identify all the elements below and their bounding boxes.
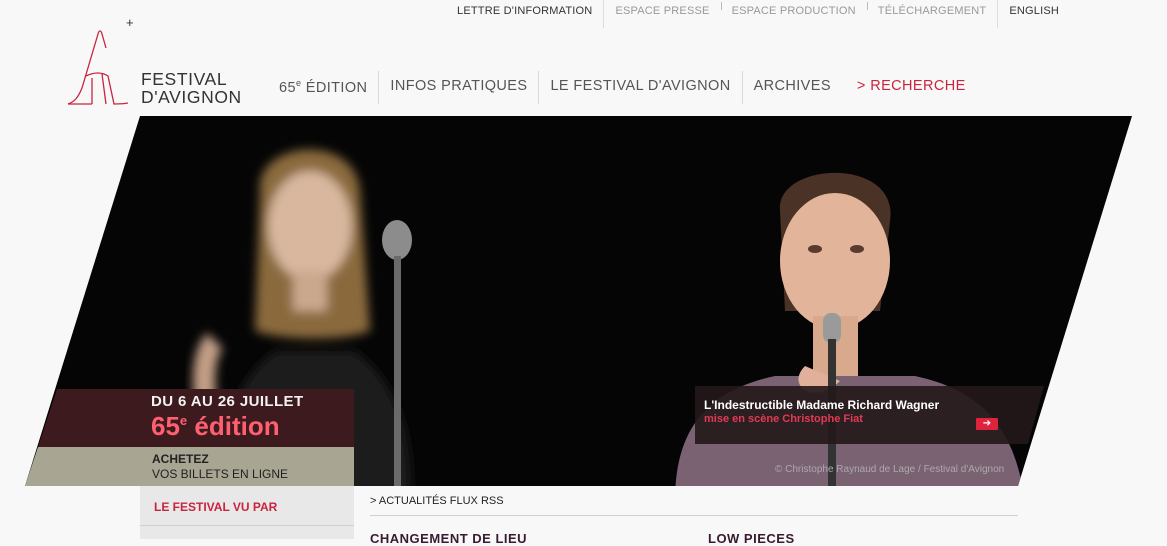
newsletter-link[interactable]: LETTRE D'INFORMATION <box>446 0 603 28</box>
nav-search[interactable]: > RECHERCHE <box>846 71 977 104</box>
edition-number: 65 <box>151 411 180 441</box>
english-link[interactable]: ENGLISH <box>997 0 1070 28</box>
production-space-link[interactable]: ESPACE PRODUCTION <box>720 0 867 28</box>
tickets-line2: VOS BILLETS EN LIGNE <box>152 467 289 481</box>
show-subtitle: mise en scène Christophe Fiat <box>704 413 863 425</box>
arrow-right-icon[interactable]: ➔ <box>976 418 998 430</box>
festival-logo[interactable]: + FESTIVAL D'AVIGNON <box>66 15 266 110</box>
nav-archives[interactable]: ARCHIVES <box>741 71 842 104</box>
divider <box>370 515 1018 516</box>
edition-sup: e <box>179 413 188 428</box>
sidebar-item-festival-vu-par[interactable]: LE FESTIVAL VU PAR <box>140 486 354 526</box>
main-nav: 65e ÉDITION INFOS PRATIQUES LE FESTIVAL … <box>268 71 977 104</box>
edition-label: 65e édition <box>151 411 280 442</box>
edition-word: édition <box>187 411 280 441</box>
nav-edition-number: 65 <box>279 79 296 96</box>
tickets-line1: ACHETEZ <box>152 452 209 466</box>
logo-line-festival: FESTIVAL <box>141 69 228 89</box>
download-link[interactable]: TÉLÉCHARGEMENT <box>866 0 998 28</box>
nav-edition-word: ÉDITION <box>301 79 368 96</box>
nav-le-festival[interactable]: LE FESTIVAL D'AVIGNON <box>538 71 741 104</box>
nav-edition[interactable]: 65e ÉDITION <box>268 71 378 104</box>
rss-news-link[interactable]: > ACTUALITÉS FLUX RSS <box>370 495 504 507</box>
logo-line-avignon: D'AVIGNON <box>141 87 242 107</box>
utility-nav: LETTRE D'INFORMATION ESPACE PRESSE ESPAC… <box>446 0 1070 28</box>
logo-wordmark: FESTIVAL D'AVIGNON <box>141 70 242 106</box>
sidebar: LE FESTIVAL VU PAR <box>140 486 354 539</box>
festival-dates-panel: DU 6 AU 26 JUILLET 65e édition <box>38 389 354 447</box>
buy-tickets-button[interactable]: ACHETEZ VOS BILLETS EN LIGNE <box>25 447 354 486</box>
nav-infos-pratiques[interactable]: INFOS PRATIQUES <box>378 71 538 104</box>
press-space-link[interactable]: ESPACE PRESSE <box>603 0 720 28</box>
logo-a-mark-icon <box>67 30 129 105</box>
photo-credit: © Christophe Raynaud de Lage / Festival … <box>775 464 1005 475</box>
featured-show-panel[interactable]: L'Indestructible Madame Richard Wagner m… <box>695 386 1044 444</box>
festival-dates: DU 6 AU 26 JUILLET <box>151 393 304 410</box>
microphone-stand-left <box>382 220 412 486</box>
show-title: L'Indestructible Madame Richard Wagner <box>704 398 940 412</box>
